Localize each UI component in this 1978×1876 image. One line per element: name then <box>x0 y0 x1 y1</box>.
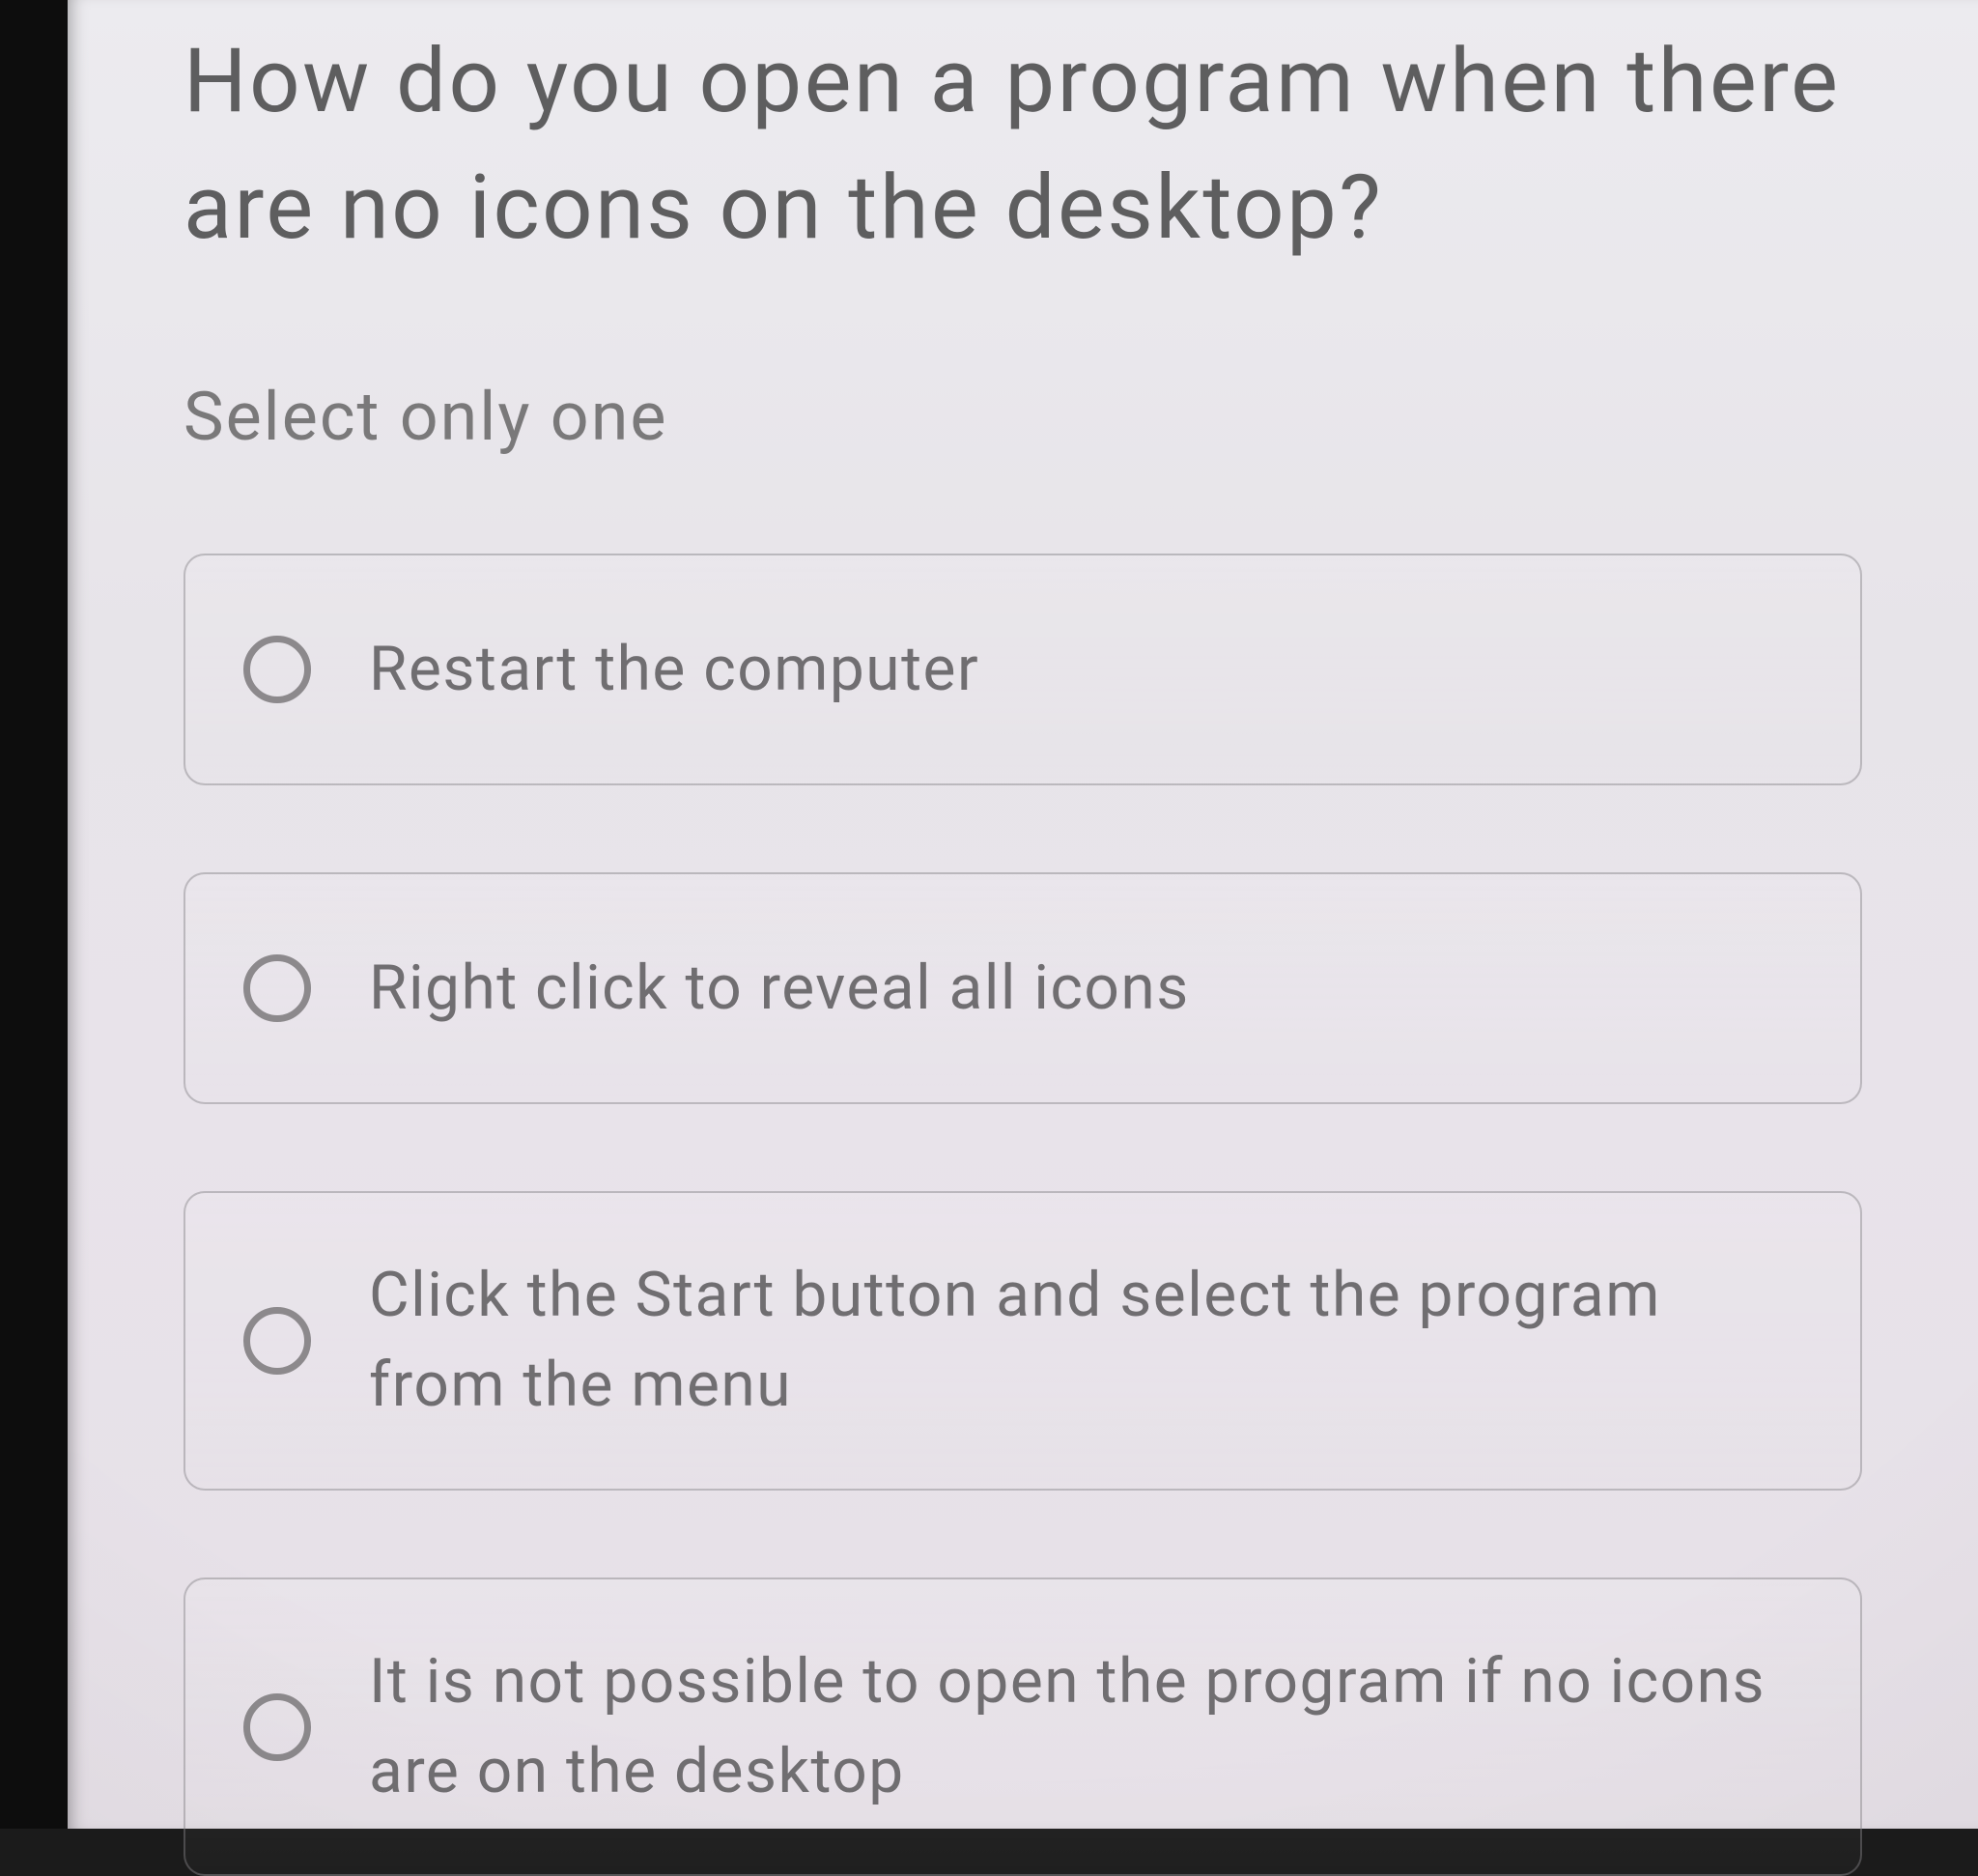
option-label: Restart the computer <box>369 625 979 715</box>
radio-icon <box>243 954 311 1022</box>
option-label: It is not possible to open the program i… <box>369 1637 1802 1817</box>
option-2[interactable]: Right click to reveal all icons <box>184 872 1862 1104</box>
option-1[interactable]: Restart the computer <box>184 554 1862 785</box>
radio-icon <box>243 1307 311 1375</box>
options-list: Restart the computer Right click to reve… <box>184 554 1862 1876</box>
radio-icon <box>243 636 311 703</box>
option-label: Click the Start button and select the pr… <box>369 1251 1802 1431</box>
option-label: Right click to reveal all icons <box>369 944 1190 1034</box>
instruction-text: Select only one <box>184 378 1862 457</box>
question-panel: How do you open a program when there are… <box>68 0 1978 1829</box>
question-text: How do you open a program when there are… <box>184 0 1862 271</box>
screen: How do you open a program when there are… <box>0 0 1978 1829</box>
radio-icon <box>243 1693 311 1761</box>
option-3[interactable]: Click the Start button and select the pr… <box>184 1191 1862 1491</box>
option-4[interactable]: It is not possible to open the program i… <box>184 1578 1862 1876</box>
